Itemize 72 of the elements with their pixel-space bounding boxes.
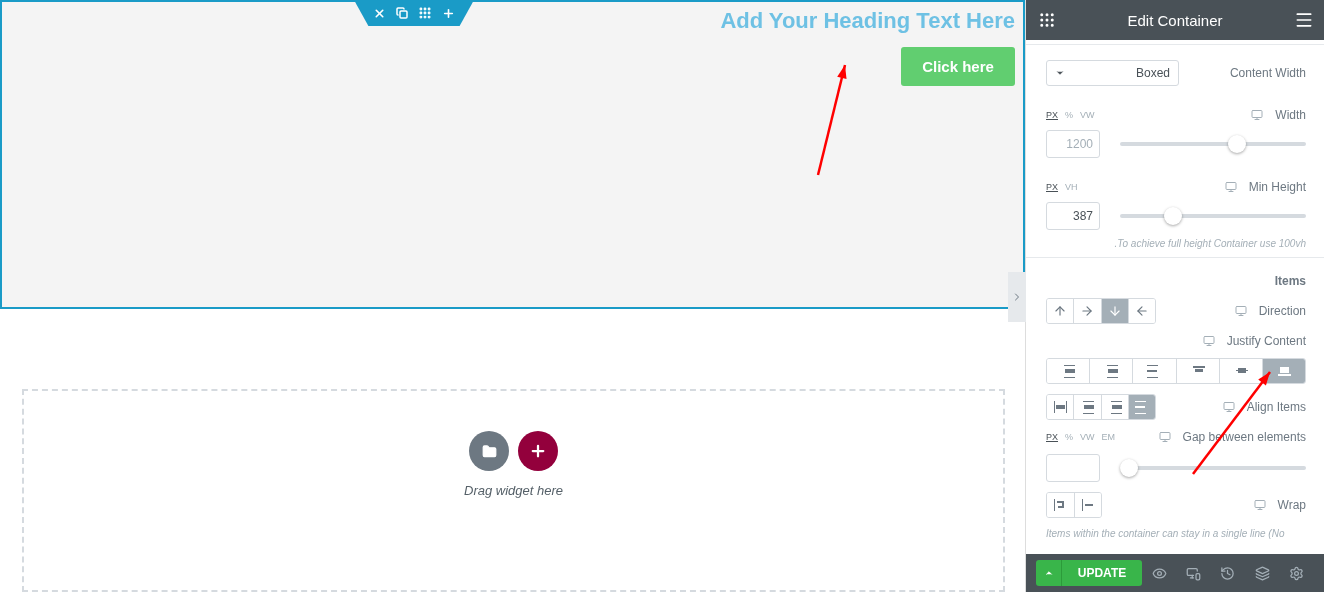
container-section[interactable]: Add Your Heading Text Here Click here [0, 0, 1025, 310]
close-icon[interactable] [373, 6, 386, 20]
layers-icon[interactable] [1254, 565, 1270, 581]
copy-icon[interactable] [396, 7, 408, 19]
control-label: Width [1275, 108, 1306, 122]
option-button[interactable] [1127, 395, 1155, 419]
caret-icon [1055, 68, 1065, 78]
menu-icon[interactable] [1294, 10, 1314, 30]
control-label: Min Height [1248, 180, 1306, 194]
option-button[interactable] [1100, 299, 1128, 323]
control-label: Align Items [1246, 400, 1306, 414]
desktop-icon [1251, 109, 1264, 121]
unit-option[interactable]: VH [1065, 182, 1078, 192]
layout-icon [1080, 400, 1095, 414]
desktop-icon [1224, 181, 1237, 193]
control-label: Justify Content [1226, 334, 1306, 348]
layout-icon [1061, 364, 1076, 378]
desktop-icon [1158, 431, 1171, 443]
slider-track[interactable] [1120, 458, 1306, 478]
control-label: Direction [1258, 304, 1306, 318]
grid-icon[interactable] [1038, 11, 1056, 29]
caret-icon [1043, 568, 1054, 578]
history-icon[interactable] [1220, 565, 1236, 581]
unit-option[interactable]: VW [1080, 432, 1095, 442]
devices-icon[interactable] [1186, 565, 1202, 581]
option-button[interactable] [1073, 493, 1101, 517]
control-label: Content Width [1229, 66, 1306, 80]
unit-option[interactable]: EM [1101, 432, 1116, 442]
slider-track[interactable] [1120, 206, 1306, 226]
number-field[interactable]: 387 [1046, 202, 1100, 230]
option-button[interactable] [1127, 299, 1155, 323]
number-field[interactable]: 1200 [1046, 130, 1100, 158]
heading-text: Add Your Heading Text Here [720, 8, 1015, 34]
unit-option[interactable]: VW [1080, 110, 1095, 120]
unit-option[interactable]: % [1065, 432, 1074, 442]
slider-thumb[interactable] [1163, 207, 1182, 225]
unit-option[interactable]: PX [1046, 432, 1058, 442]
grip-icon[interactable] [418, 6, 432, 20]
folder-icon [481, 443, 497, 459]
unit-option[interactable]: PX [1046, 110, 1058, 120]
help-note: Items within the container can stay in a single line (No [1046, 528, 1286, 539]
layout-icon [1080, 498, 1095, 512]
slider-track[interactable] [1120, 134, 1306, 154]
add-section-button[interactable] [518, 431, 558, 472]
slider-thumb[interactable] [1227, 135, 1246, 153]
number-field[interactable] [1046, 454, 1100, 482]
desktop-icon [1222, 401, 1235, 413]
update-button[interactable]: UPDATE [1062, 560, 1142, 586]
content-width-select[interactable]: Boxed [1046, 60, 1179, 86]
drop-hint: Drag widget here [464, 483, 563, 499]
control-label: Wrap [1277, 498, 1306, 512]
click-here-button[interactable]: Click here [901, 47, 1015, 86]
unit-option[interactable]: % [1065, 110, 1074, 120]
eye-icon[interactable] [1151, 565, 1167, 581]
layout-icon [1104, 364, 1119, 378]
layout-icon [1134, 400, 1149, 414]
desktop-icon [1202, 335, 1215, 347]
option-button[interactable] [1261, 359, 1305, 383]
help-note: .To achieve full height Container use 100vh [1113, 238, 1306, 249]
template-button[interactable] [469, 431, 509, 472]
arrow-left-icon [1134, 304, 1149, 318]
arrow-right-icon [1080, 304, 1095, 318]
layout-icon [1053, 400, 1068, 414]
desktop-icon [1253, 499, 1266, 511]
panel-title: Edit Container [1127, 11, 1223, 29]
desktop-icon [1234, 305, 1247, 317]
add-icon[interactable] [442, 6, 455, 20]
layout-icon [1276, 364, 1291, 378]
settings-icon[interactable] [1289, 565, 1305, 581]
slider-thumb[interactable] [1120, 459, 1138, 477]
section-heading: Items [1274, 274, 1306, 288]
unit-option[interactable]: PX [1046, 182, 1058, 192]
